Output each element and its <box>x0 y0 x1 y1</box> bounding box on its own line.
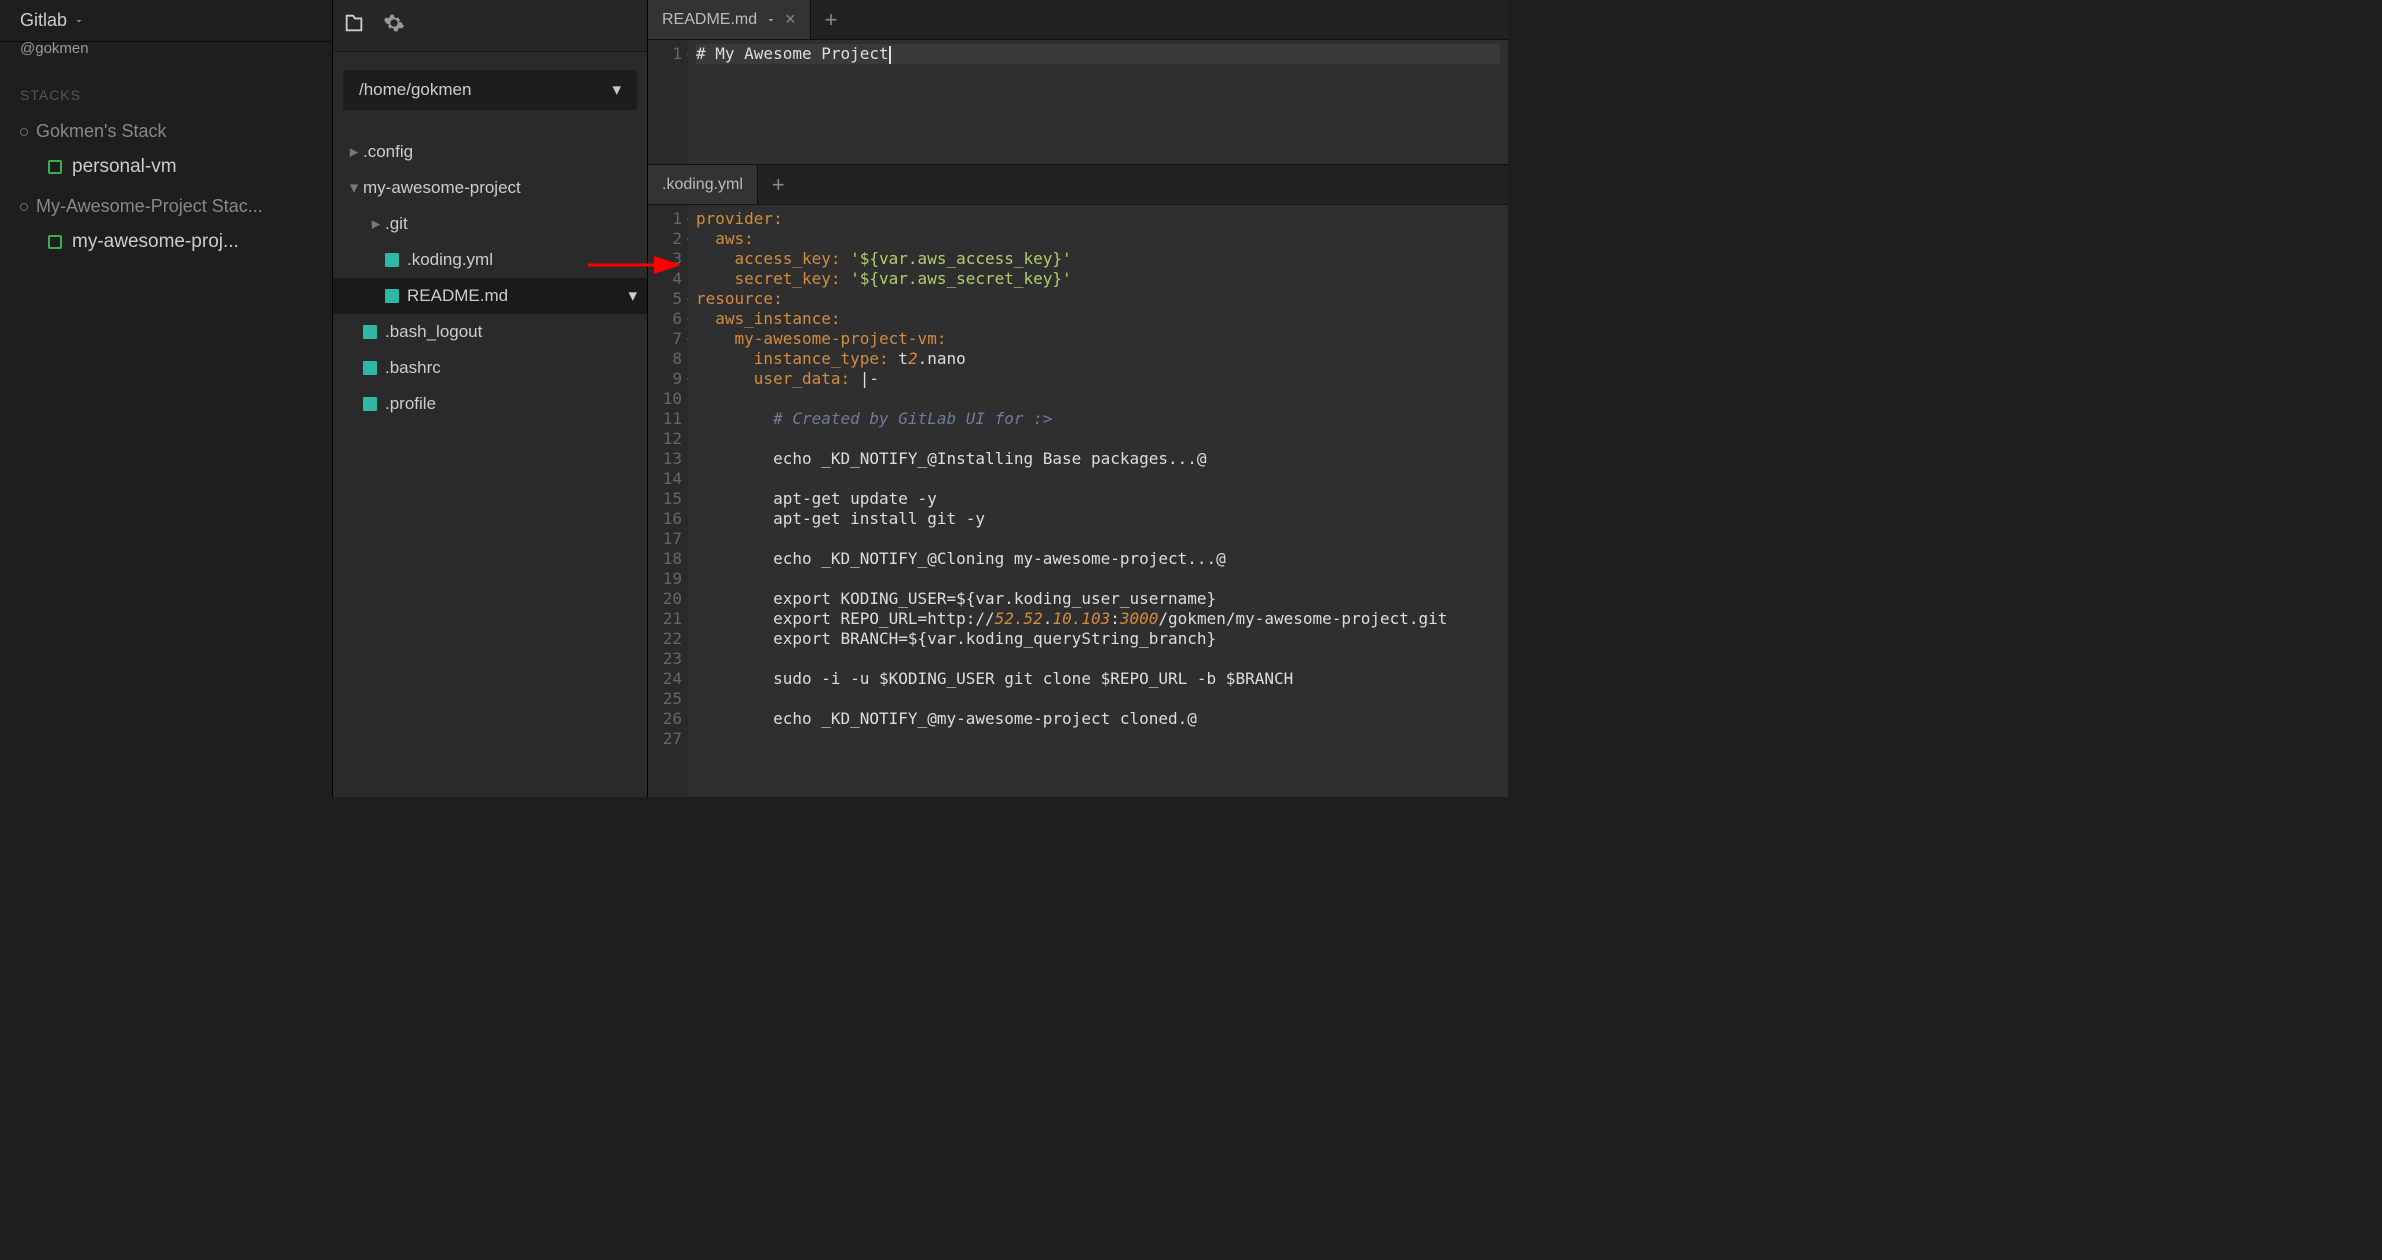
tab-readme[interactable]: README.md × <box>648 0 811 39</box>
vm-label: personal-vm <box>72 156 177 178</box>
file-tree: ▸.config▾my-awesome-project▸.git.koding.… <box>333 128 647 428</box>
code-line: provider: <box>696 209 1500 229</box>
code-line <box>696 429 1500 449</box>
file-item[interactable]: .bashrc <box>333 350 647 386</box>
tree-label: my-awesome-project <box>363 178 637 198</box>
tab-koding-yml[interactable]: .koding.yml <box>648 165 758 204</box>
code-line: # Created by GitLab UI for :> <box>696 409 1500 429</box>
close-icon[interactable]: × <box>785 9 796 30</box>
tab-label: README.md <box>662 11 757 29</box>
code-line <box>696 529 1500 549</box>
folder-item[interactable]: ▾my-awesome-project <box>333 170 647 206</box>
new-tab-button[interactable]: + <box>758 165 799 204</box>
code-line <box>696 689 1500 709</box>
chevron-down-icon[interactable]: ▾ <box>628 286 637 306</box>
sidebar: Gitlab @gokmen STACKS Gokmen's Stack pers… <box>0 0 333 797</box>
code-line: echo _KD_NOTIFY_@my-awesome-project clon… <box>696 709 1500 729</box>
vm-status-icon <box>48 160 62 174</box>
code-line: export REPO_URL=http://52.52.10.103:3000… <box>696 609 1500 629</box>
editor-readme[interactable]: 1▾ # My Awesome Project <box>648 40 1508 165</box>
tree-label: README.md <box>407 286 628 306</box>
code-line: echo _KD_NOTIFY_@Installing Base package… <box>696 449 1500 469</box>
tabbar-top: README.md × + <box>648 0 1508 40</box>
code-line: export BRANCH=${var.koding_queryString_b… <box>696 629 1500 649</box>
code-line <box>696 729 1500 749</box>
file-item[interactable]: .bash_logout <box>333 314 647 350</box>
vm-item[interactable]: personal-vm <box>20 156 312 178</box>
file-panel: /home/gokmen ▾ ▸.config▾my-awesome-proje… <box>333 0 648 797</box>
settings-icon[interactable] <box>383 12 405 39</box>
file-icon <box>385 289 399 303</box>
new-tab-button[interactable]: + <box>811 0 852 39</box>
code-line: secret_key: '${var.aws_secret_key}' <box>696 269 1500 289</box>
code-line: resource: <box>696 289 1500 309</box>
folder-item[interactable]: ▸.git <box>333 206 647 242</box>
expand-icon: ▸ <box>367 214 385 234</box>
code-line: echo _KD_NOTIFY_@Cloning my-awesome-proj… <box>696 549 1500 569</box>
code-line: export KODING_USER=${var.koding_user_use… <box>696 589 1500 609</box>
team-name: Gitlab <box>20 10 67 31</box>
file-item[interactable]: .profile <box>333 386 647 422</box>
code-line: # My Awesome Project <box>696 44 1500 64</box>
code-line: sudo -i -u $KODING_USER git clone $REPO_… <box>696 669 1500 689</box>
code-line: apt-get update -y <box>696 489 1500 509</box>
file-icon <box>363 325 377 339</box>
tree-label: .git <box>385 214 637 234</box>
code-line: access_key: '${var.aws_access_key}' <box>696 249 1500 269</box>
code-line: instance_type: t2.nano <box>696 349 1500 369</box>
vm-label: my-awesome-proj... <box>72 231 239 253</box>
chevron-down-icon <box>73 15 85 27</box>
folder-item[interactable]: ▸.config <box>333 134 647 170</box>
code-line <box>696 389 1500 409</box>
code-line <box>696 649 1500 669</box>
tabbar-bottom: .koding.yml + <box>648 165 1508 205</box>
current-path: /home/gokmen <box>359 80 471 100</box>
expand-icon: ▾ <box>345 178 363 198</box>
file-icon <box>363 361 377 375</box>
file-item[interactable]: .koding.yml <box>333 242 647 278</box>
expand-icon: ▸ <box>345 142 363 162</box>
code-line <box>696 569 1500 589</box>
chevron-down-icon <box>765 14 777 26</box>
username: @gokmen <box>0 40 332 57</box>
file-icon <box>385 253 399 267</box>
stack-name[interactable]: My-Awesome-Project Stac... <box>20 196 312 217</box>
stack-name[interactable]: Gokmen's Stack <box>20 121 312 142</box>
path-selector[interactable]: /home/gokmen ▾ <box>343 70 637 110</box>
tree-label: .bashrc <box>385 358 637 378</box>
tree-label: .profile <box>385 394 637 414</box>
tree-label: .bash_logout <box>385 322 637 342</box>
code-line: my-awesome-project-vm: <box>696 329 1500 349</box>
tree-label: .config <box>363 142 637 162</box>
team-switcher[interactable]: Gitlab <box>0 0 332 42</box>
code-line: user_data: |- <box>696 369 1500 389</box>
code-line: apt-get install git -y <box>696 509 1500 529</box>
chevron-down-icon: ▾ <box>612 80 621 100</box>
vm-item[interactable]: my-awesome-proj... <box>20 231 312 253</box>
editor-koding-yml[interactable]: 1▾2▾345▾6▾7▾89▾1011121314151617181920212… <box>648 205 1508 797</box>
file-icon <box>363 397 377 411</box>
tab-label: .koding.yml <box>662 176 743 194</box>
code-line: aws_instance: <box>696 309 1500 329</box>
code-line: aws: <box>696 229 1500 249</box>
editor-area: README.md × + 1▾ # My Awesome Project .k… <box>648 0 1508 797</box>
stacks-label: STACKS <box>20 87 312 103</box>
file-item[interactable]: README.md▾ <box>333 278 647 314</box>
files-tab-icon[interactable] <box>343 12 365 39</box>
vm-status-icon <box>48 235 62 249</box>
code-line <box>696 469 1500 489</box>
tree-label: .koding.yml <box>407 250 637 270</box>
